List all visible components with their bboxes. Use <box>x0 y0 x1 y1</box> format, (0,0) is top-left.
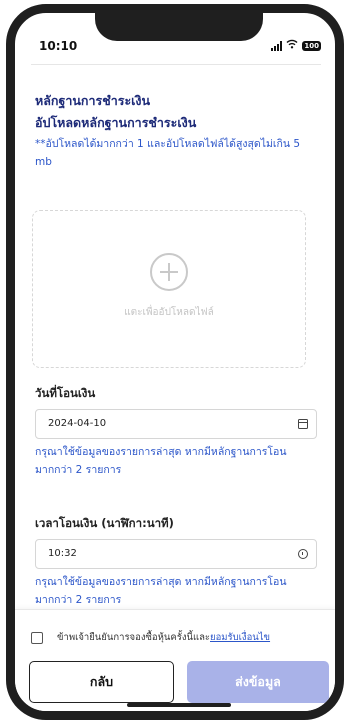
transfer-date-value: 2024-04-10 <box>48 418 107 429</box>
submit-button[interactable]: ส่งข้อมูล <box>187 661 329 703</box>
transfer-date-hint: กรุณาใช้ข้อมูลของรายการล่าสุด หากมีหลักฐ… <box>35 446 287 476</box>
status-time: 10:10 <box>39 39 78 53</box>
consent-text: ข้าพเจ้ายืนยันการจองซื้อหุ้นครั้งนี้และย… <box>57 630 270 645</box>
upload-note: **อัปโหลดได้มากกว่า 1 และอัปโหลดไฟล์ได้ส… <box>35 138 301 168</box>
upload-title: อัปโหลดหลักฐานการชำระเงิน <box>35 115 197 130</box>
wifi-icon <box>286 39 298 52</box>
phone-frame: 10:10 100 หลักฐานการชำระเงิน อัปโหลดหลัก… <box>6 4 344 720</box>
transfer-time-label: เวลาโอนเงิน (นาฬิกา:นาที) <box>35 516 174 530</box>
transfer-time-hint: กรุณาใช้ข้อมูลของรายการล่าสุด หากมีหลักฐ… <box>35 576 287 606</box>
section-title: หลักฐานการชำระเงิน <box>35 93 151 108</box>
device-notch <box>95 13 263 41</box>
header-divider <box>31 64 321 65</box>
payment-proof-section: หลักฐานการชำระเงิน อัปโหลดหลักฐานการชำระ… <box>35 93 317 171</box>
transfer-date-label: วันที่โอนเงิน <box>35 386 96 400</box>
clock-icon[interactable] <box>298 549 308 559</box>
consent-row: ข้าพเจ้ายืนยันการจองซื้อหุ้นครั้งนี้และย… <box>31 630 270 645</box>
transfer-time-input[interactable]: 10:32 <box>35 539 317 569</box>
home-indicator <box>127 703 231 707</box>
bottom-action-bar: ข้าพเจ้ายืนยันการจองซื้อหุ้นครั้งนี้และย… <box>15 609 335 711</box>
upload-label: แตะเพื่ออัปโหลดไฟล์ <box>124 307 214 318</box>
consent-checkbox[interactable] <box>31 631 43 644</box>
consent-text-body: ข้าพเจ้ายืนยันการจองซื้อหุ้นครั้งนี้และ <box>57 632 211 643</box>
transfer-date-input[interactable]: 2024-04-10 <box>35 409 317 439</box>
upload-dropzone[interactable]: แตะเพื่ออัปโหลดไฟล์ <box>32 210 306 368</box>
battery-icon: 100 <box>302 40 321 51</box>
signal-icon <box>271 40 283 51</box>
transfer-time-value: 10:32 <box>48 548 77 559</box>
calendar-icon[interactable] <box>298 419 308 429</box>
back-button[interactable]: กลับ <box>29 661 174 703</box>
plus-circle-icon <box>150 253 188 291</box>
terms-link[interactable]: ยอมรับเงื่อนไข <box>210 632 270 643</box>
status-icons: 100 <box>271 39 321 52</box>
